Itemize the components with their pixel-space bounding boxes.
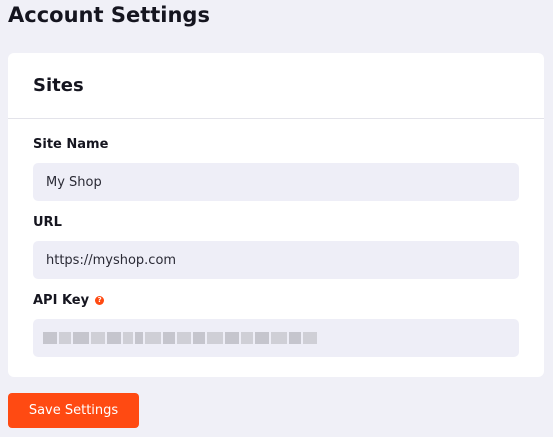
sites-card-header: Sites (8, 53, 544, 119)
url-input[interactable] (33, 241, 519, 279)
api-key-label-text: API Key (33, 293, 90, 308)
url-label-text: URL (33, 215, 62, 230)
api-key-masked-value (43, 331, 317, 345)
url-label: URL (33, 215, 62, 230)
sites-card: Sites Site Name URL API Key ? (8, 53, 544, 377)
site-name-input[interactable] (33, 163, 519, 201)
save-settings-button[interactable]: Save Settings (8, 393, 139, 428)
page-title: Account Settings (8, 3, 210, 27)
api-key-label: API Key ? (33, 293, 105, 308)
sites-card-title: Sites (33, 75, 84, 96)
question-circle-icon[interactable]: ? (95, 296, 105, 305)
site-name-label-text: Site Name (33, 137, 109, 152)
site-name-label: Site Name (33, 137, 108, 152)
api-key-input[interactable] (33, 319, 519, 357)
